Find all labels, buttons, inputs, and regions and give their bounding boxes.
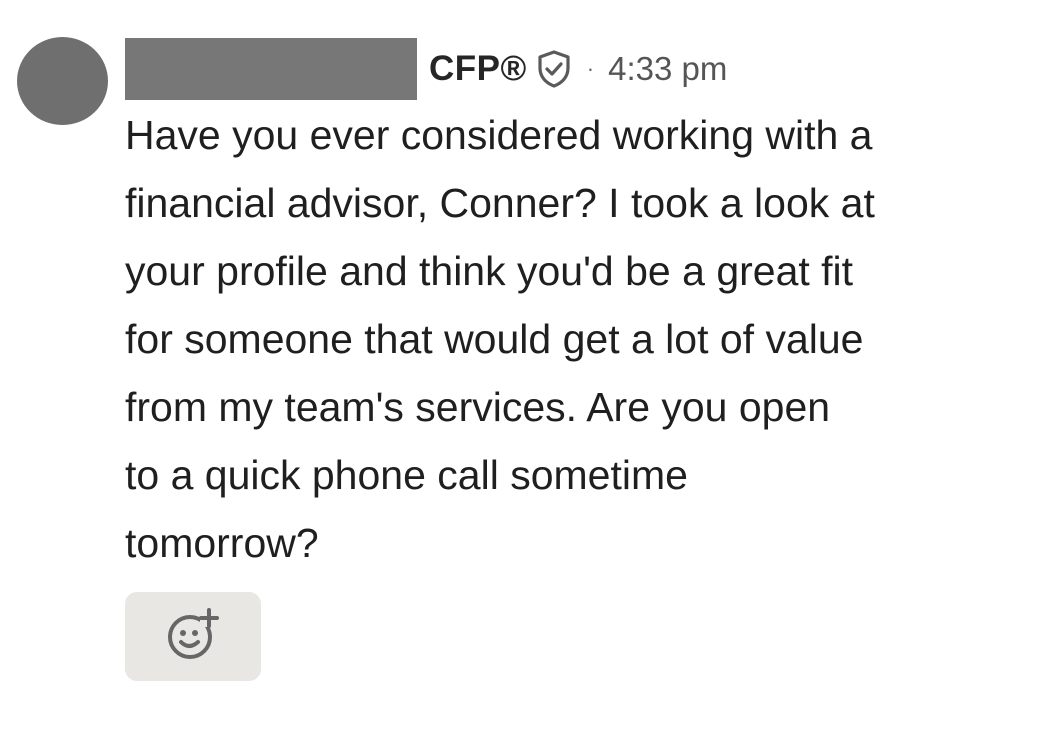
message-line: for someone that would get a lot of valu… bbox=[125, 316, 864, 362]
sender-credential: CFP® bbox=[429, 49, 527, 88]
header-separator: · bbox=[586, 56, 595, 81]
sender-name-redacted[interactable] bbox=[125, 38, 417, 100]
message-line: tomorrow? bbox=[125, 520, 319, 566]
add-reaction-button[interactable] bbox=[125, 592, 261, 681]
message-line: to a quick phone call sometime bbox=[125, 452, 688, 498]
message-timestamp: 4:33 pm bbox=[608, 50, 728, 87]
add-reaction-icon bbox=[162, 603, 224, 670]
message-line: financial advisor, Conner? I took a look… bbox=[125, 180, 875, 226]
message-line: from my team's services. Are you open bbox=[125, 384, 831, 430]
message-line: your profile and think you'd be a great … bbox=[125, 248, 854, 294]
shield-check-icon bbox=[535, 49, 573, 89]
avatar[interactable] bbox=[17, 37, 108, 125]
message-line: Have you ever considered working with a bbox=[125, 112, 873, 158]
message-header: CFP® · 4:33 pm bbox=[125, 38, 727, 100]
message-body: Have you ever considered working with a … bbox=[125, 101, 1005, 577]
